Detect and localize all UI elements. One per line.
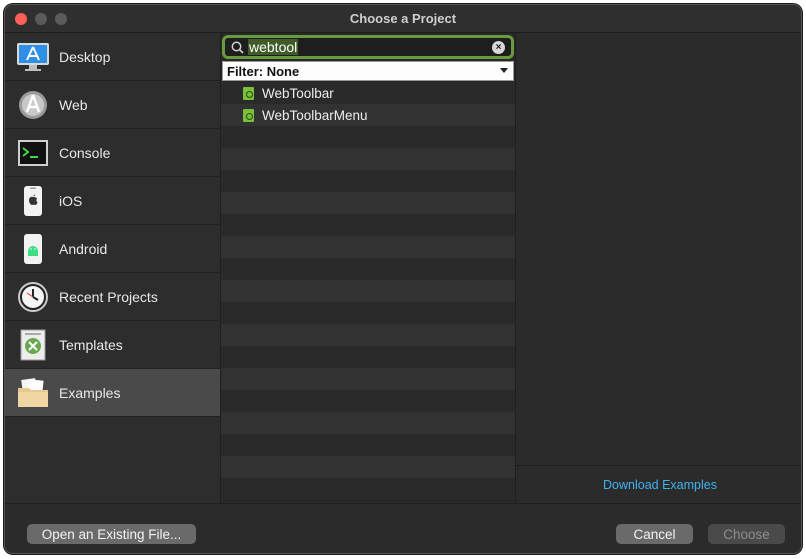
- empty-row: [221, 346, 515, 368]
- close-window-button[interactable]: [15, 13, 27, 25]
- desktop-app-icon: [15, 39, 51, 75]
- choose-button[interactable]: Choose: [708, 524, 785, 544]
- open-existing-file-button[interactable]: Open an Existing File...: [27, 524, 196, 544]
- sidebar-item-templates[interactable]: Templates: [5, 321, 220, 369]
- sidebar-item-label: Console: [59, 144, 111, 161]
- ios-phone-icon: [15, 183, 51, 219]
- maximize-window-button[interactable]: [55, 13, 67, 25]
- empty-row: [221, 280, 515, 302]
- empty-row: [221, 170, 515, 192]
- sidebar-item-examples[interactable]: Examples: [5, 369, 220, 417]
- sidebar-item-label: Examples: [59, 384, 121, 401]
- clear-search-icon[interactable]: ×: [492, 41, 505, 54]
- empty-row: [221, 456, 515, 478]
- empty-row: [221, 324, 515, 346]
- sidebar-item-label: Desktop: [59, 48, 111, 65]
- download-examples-link[interactable]: Download Examples: [603, 478, 717, 492]
- minimize-window-button[interactable]: [35, 13, 47, 25]
- search-input-value[interactable]: webtool: [248, 39, 299, 55]
- sidebar-item-ios[interactable]: iOS: [5, 177, 220, 225]
- empty-row: [221, 258, 515, 280]
- sidebar-item-label: Recent Projects: [59, 288, 158, 305]
- empty-row: [221, 126, 515, 148]
- sidebar-item-label: iOS: [59, 192, 83, 209]
- chevron-down-icon: [500, 68, 508, 73]
- project-type-sidebar: Desktop Web Console iOS Android Recent P…: [5, 33, 221, 503]
- title-bar: Choose a Project: [5, 5, 801, 33]
- choose-project-dialog: Choose a Project Desktop Web Console iOS: [4, 4, 802, 554]
- list-item[interactable]: WebToolbarMenu: [221, 104, 515, 126]
- cancel-button[interactable]: Cancel: [616, 524, 693, 544]
- results-list: WebToolbar WebToolbarMenu: [221, 82, 515, 503]
- preview-panel: Download Examples: [515, 33, 801, 503]
- search-field[interactable]: webtool ×: [222, 35, 514, 59]
- project-file-icon: [243, 108, 254, 122]
- window-title: Choose a Project: [349, 11, 457, 26]
- empty-row: [221, 236, 515, 258]
- web-app-icon: [15, 87, 51, 123]
- android-phone-icon: [15, 231, 51, 267]
- project-file-icon: [243, 86, 254, 100]
- project-list-panel: webtool × Filter: None WebToolbar WebToo…: [221, 33, 515, 503]
- list-item[interactable]: WebToolbar: [221, 82, 515, 104]
- sidebar-item-web[interactable]: Web: [5, 81, 220, 129]
- search-icon: [231, 41, 244, 54]
- list-item-label: WebToolbar: [262, 85, 334, 101]
- list-item-label: WebToolbarMenu: [262, 107, 368, 123]
- sidebar-item-desktop[interactable]: Desktop: [5, 33, 220, 81]
- empty-row: [221, 390, 515, 412]
- empty-row: [221, 478, 515, 500]
- sidebar-item-android[interactable]: Android: [5, 225, 220, 273]
- sidebar-item-label: Templates: [59, 336, 123, 353]
- template-document-icon: [15, 327, 51, 363]
- empty-row: [221, 192, 515, 214]
- empty-row: [221, 214, 515, 236]
- sidebar-item-recent-projects[interactable]: Recent Projects: [5, 273, 220, 321]
- sidebar-item-console[interactable]: Console: [5, 129, 220, 177]
- examples-folder-icon: [15, 375, 51, 411]
- filter-dropdown[interactable]: Filter: None: [222, 61, 514, 81]
- filter-label: Filter: None: [227, 63, 300, 79]
- dialog-footer: Open an Existing File... Cancel Choose: [5, 503, 801, 553]
- empty-row: [221, 434, 515, 456]
- clock-icon: [15, 279, 51, 315]
- empty-row: [221, 412, 515, 434]
- empty-row: [221, 302, 515, 324]
- sidebar-item-label: Android: [59, 240, 108, 257]
- empty-row: [221, 368, 515, 390]
- console-terminal-icon: [15, 135, 51, 171]
- empty-row: [221, 148, 515, 170]
- preview-panel-footer: Download Examples: [516, 465, 801, 503]
- sidebar-item-label: Web: [59, 96, 88, 113]
